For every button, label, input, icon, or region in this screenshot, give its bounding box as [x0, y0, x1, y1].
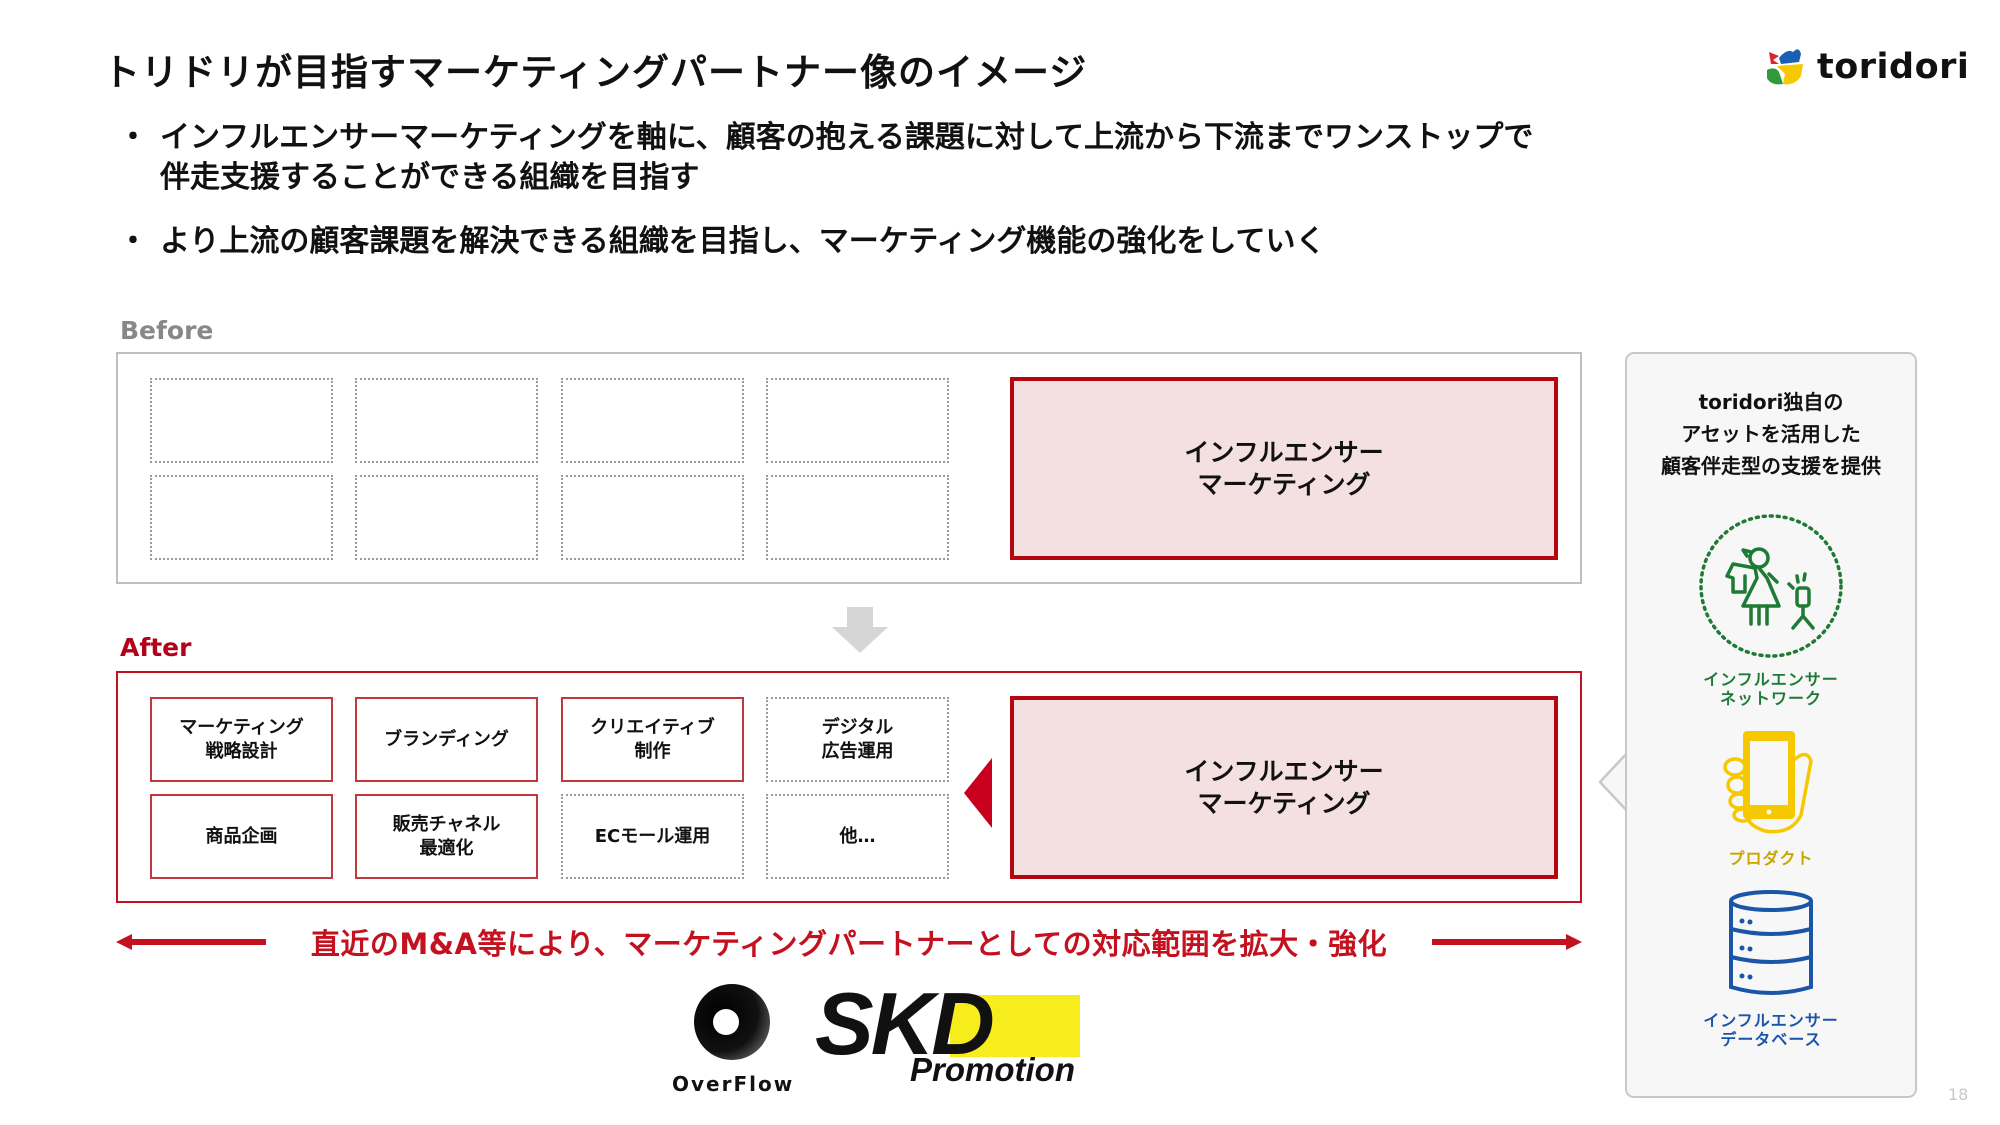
- core-box-line: マーケティング: [1197, 788, 1371, 818]
- after-frame: マーケティング 戦略設計 ブランディング クリエイティブ 制作 デジタル 広告運用 商…: [116, 671, 1582, 903]
- asset-product: プロダクト: [1627, 729, 1915, 868]
- panel-heading-line: toridori独自の: [1698, 390, 1844, 414]
- influencer-marketing-core-box: インフルエンサー マーケティング: [1010, 696, 1558, 879]
- overflow-logo: OverFlow: [672, 982, 792, 1096]
- logo-wordmark: toridori: [1817, 47, 1970, 87]
- asset-influencer-network: インフルエンサー ネットワーク: [1627, 512, 1915, 708]
- toridori-bird-icon: [1767, 49, 1803, 85]
- overflow-ring-icon: [694, 984, 770, 1060]
- capability-cell: 販売チャネル 最適化: [355, 794, 538, 879]
- left-arrow-icon: [116, 934, 266, 950]
- capability-cell: ブランディング: [355, 697, 538, 782]
- toridori-logo: toridori: [1765, 46, 1969, 88]
- smartphone-hand-icon: [1723, 731, 1813, 834]
- empty-capability-slot: [150, 378, 333, 463]
- capability-cell: 他…: [766, 794, 949, 879]
- empty-capability-slot: [766, 475, 949, 560]
- core-box-line: インフルエンサー: [1184, 437, 1384, 467]
- core-box-line: マーケティング: [1197, 469, 1371, 499]
- capability-cell: マーケティング 戦略設計: [150, 697, 333, 782]
- slide-title: トリドリが目指すマーケティングパートナー像のイメージ: [103, 51, 1088, 94]
- capability-cell: クリエイティブ 制作: [561, 697, 744, 782]
- skd-logo-subtext: Promotion: [910, 1051, 1075, 1088]
- empty-capability-slot: [561, 378, 744, 463]
- cell-line: ブランディング: [384, 728, 509, 750]
- overflow-logo-text: OverFlow: [672, 1072, 795, 1096]
- asset-label-line: インフルエンサー: [1703, 1011, 1839, 1030]
- capability-cell: デジタル 広告運用: [766, 697, 949, 782]
- cell-line: クリエイティブ: [590, 716, 715, 738]
- cell-line: 商品企画: [205, 825, 278, 847]
- left-pointer-triangle-icon: [964, 758, 992, 828]
- asset-label: インフルエンサー データベース: [1627, 1011, 1915, 1049]
- cell-line: マーケティング: [179, 716, 304, 738]
- bullet-text-line: 伴走支援することができる組織を目指す: [160, 160, 700, 195]
- after-label: After: [120, 633, 192, 662]
- asset-influencer-database: インフルエンサー データベース: [1627, 889, 1915, 1049]
- database-icon: [1729, 890, 1813, 995]
- cell-line: 制作: [634, 740, 671, 762]
- asset-label: プロダクト: [1728, 849, 1814, 868]
- before-frame: インフルエンサー マーケティング: [116, 352, 1582, 584]
- toridori-assets-panel: toridori独自の アセットを活用した 顧客伴走型の支援を提供 インフルエン…: [1625, 352, 1917, 1098]
- skd-promotion-logo: SKD Promotion: [815, 974, 1085, 1090]
- core-box-line: インフルエンサー: [1184, 756, 1384, 786]
- bullet-item: ・ より上流の顧客課題を解決できる組織を目指し、マーケティング機能の強化をしてい…: [118, 222, 1326, 262]
- panel-heading-line: アセットを活用した: [1681, 422, 1861, 446]
- empty-capability-slot: [150, 475, 333, 560]
- right-arrow-icon: [1431, 934, 1582, 950]
- expansion-note-row: 直近のM&A等により、マーケティングパートナーとしての対応範囲を拡大・強化: [116, 918, 1582, 966]
- cell-line: 他…: [839, 825, 876, 847]
- cell-line: 最適化: [419, 837, 474, 859]
- capability-cell: 商品企画: [150, 794, 333, 879]
- asset-label-line: ネットワーク: [1719, 689, 1822, 708]
- expansion-note: 直近のM&A等により、マーケティングパートナーとしての対応範囲を拡大・強化: [310, 927, 1388, 961]
- before-label: Before: [120, 316, 214, 345]
- bullet-marker: ・: [118, 120, 148, 155]
- asset-label: インフルエンサー ネットワーク: [1627, 670, 1915, 708]
- cell-line: 広告運用: [821, 740, 894, 762]
- bullet-text-line: インフルエンサーマーケティングを軸に、顧客の抱える課題に対して上流から下流までワ…: [160, 120, 1534, 155]
- bullet-text-line: より上流の顧客課題を解決できる組織を目指し、マーケティング機能の強化をしていく: [160, 224, 1326, 259]
- cell-line: 戦略設計: [205, 740, 278, 762]
- cell-line: 販売チャネル: [392, 813, 501, 835]
- capability-cell: ECモール運用: [561, 794, 744, 879]
- cell-line: ECモール運用: [594, 825, 711, 847]
- cell-line: デジタル: [821, 716, 894, 738]
- panel-heading-line: 顧客伴走型の支援を提供: [1661, 454, 1881, 478]
- panel-heading: toridori独自の アセットを活用した 顧客伴走型の支援を提供: [1627, 386, 1915, 482]
- bullet-marker: ・: [118, 224, 148, 259]
- asset-label-line: インフルエンサー: [1703, 670, 1839, 689]
- down-arrow-icon: [832, 607, 888, 653]
- influencer-network-icon: [1699, 514, 1843, 658]
- asset-label-line: データベース: [1720, 1030, 1822, 1049]
- empty-capability-slot: [561, 475, 744, 560]
- bullet-item: ・ インフルエンサーマーケティングを軸に、顧客の抱える課題に対して上流から下流ま…: [118, 118, 1533, 198]
- empty-capability-slot: [766, 378, 949, 463]
- page-number: 18: [1948, 1085, 1969, 1104]
- influencer-marketing-core-box: インフルエンサー マーケティング: [1010, 377, 1558, 560]
- empty-capability-slot: [355, 378, 538, 463]
- empty-capability-slot: [355, 475, 538, 560]
